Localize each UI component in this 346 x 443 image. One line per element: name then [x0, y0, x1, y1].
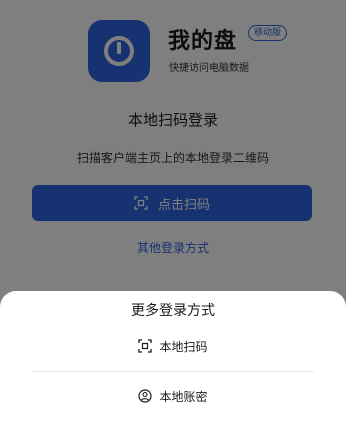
option-local-account[interactable]: 本地账密 [0, 381, 346, 411]
login-page: 我的盘 移动版 快捷访问电脑数据 本地扫码登录 扫描客户端主页上的本地登录二维码… [0, 0, 346, 443]
option-local-account-label: 本地账密 [159, 389, 208, 404]
option-local-scan[interactable]: 本地扫码 [0, 331, 346, 361]
sheet-divider [32, 371, 314, 372]
sheet-title: 更多登录方式 [131, 303, 215, 319]
login-options-sheet: 更多登录方式 本地扫码 本地账密 [0, 291, 346, 443]
account-icon [138, 389, 153, 403]
scan-icon [138, 339, 153, 353]
option-local-scan-label: 本地扫码 [159, 339, 208, 354]
